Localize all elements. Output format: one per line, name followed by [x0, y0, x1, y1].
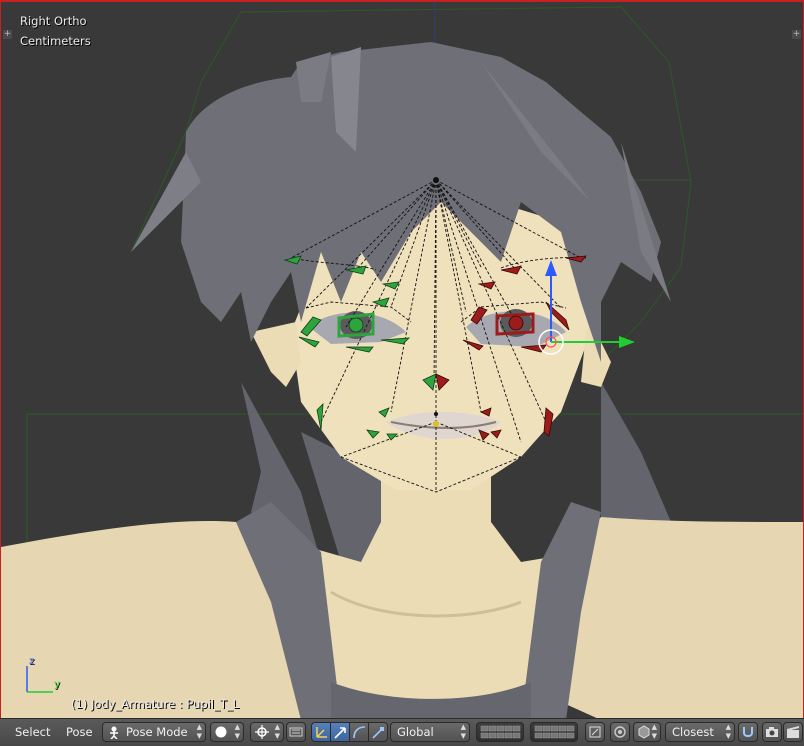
layers-grid-icon	[534, 725, 575, 739]
snap-rotation-button[interactable]	[738, 722, 758, 742]
arrow-icon	[334, 727, 346, 739]
rotate-arc-icon	[353, 726, 366, 739]
3d-viewport[interactable]: Right Ortho Centimeters + + z y (1) Jody…	[0, 0, 804, 718]
layer-link-icon	[589, 726, 601, 738]
blender-window: Right Ortho Centimeters + + z y (1) Jody…	[0, 0, 804, 746]
units-label: Centimeters	[20, 34, 91, 48]
chevron-up-down-icon: ▲ ▼	[234, 723, 240, 740]
scale-icon	[372, 727, 384, 739]
render-still-button[interactable]	[762, 722, 782, 742]
transform-orientation-selector[interactable]: Global ▲ ▼	[390, 722, 470, 742]
camera-icon	[766, 727, 778, 737]
pivot-point-icon	[255, 725, 269, 739]
layer-buttons-a[interactable]	[476, 722, 524, 742]
clapperboard-icon	[787, 726, 799, 738]
chevron-up-down-icon: ▲ ▼	[274, 723, 280, 740]
active-object-label: (1) Jody_Armature : Pupil_T_L	[71, 697, 240, 711]
snap-increment-icon	[638, 725, 650, 739]
orientation-label: Global	[397, 725, 434, 739]
properties-toggle[interactable]: +	[792, 30, 801, 39]
menu-select[interactable]: Select	[15, 722, 50, 742]
chevron-up-down-icon: ▲ ▼	[651, 723, 657, 740]
view-name-label: Right Ortho	[20, 14, 87, 28]
viewport-shading-selector[interactable]: ▲ ▼	[210, 722, 244, 742]
render-animation-button[interactable]	[783, 722, 803, 742]
snap-target-selector[interactable]: Closest ▲ ▼	[665, 722, 735, 742]
transform-manipulator-toggle[interactable]	[311, 722, 331, 742]
chevron-up-down-icon: ▲ ▼	[460, 723, 466, 740]
scene-render[interactable]	[1, 2, 804, 718]
proportional-editing-button[interactable]	[610, 722, 630, 742]
manipulate-center-points-toggle[interactable]	[286, 722, 306, 742]
rotate-manipulator-button[interactable]	[349, 722, 369, 742]
snap-element-selector[interactable]: ▲ ▼	[633, 722, 661, 742]
toolshelf-toggle[interactable]: +	[3, 30, 12, 39]
menu-pose[interactable]: Pose	[66, 722, 93, 742]
mode-label: Pose Mode	[126, 725, 188, 739]
torso	[1, 472, 803, 718]
viewport-header: Select Pose Pose Mode ▲ ▼ ▲ ▼ ▲ ▼ Global…	[0, 718, 804, 746]
chevron-up-down-icon: ▲ ▼	[725, 723, 731, 740]
pose-mode-icon	[110, 726, 118, 739]
center-points-icon	[289, 727, 303, 737]
axis-y-label: y	[54, 679, 60, 690]
pivot-point-selector[interactable]: ▲ ▼	[250, 722, 284, 742]
snap-magnet-icon	[743, 727, 753, 737]
lock-layers-button[interactable]	[585, 722, 605, 742]
proportional-edit-icon	[614, 726, 626, 738]
snap-target-label: Closest	[672, 725, 714, 739]
layers-grid-icon	[480, 725, 521, 739]
manipulator-icon	[316, 727, 327, 738]
chevron-up-down-icon: ▲ ▼	[196, 723, 202, 740]
solid-shading-icon	[215, 726, 227, 738]
translate-manipulator-button[interactable]	[330, 722, 350, 742]
mode-selector[interactable]: Pose Mode ▲ ▼	[102, 722, 206, 742]
scale-manipulator-button[interactable]	[368, 722, 388, 742]
axis-z-label: z	[29, 656, 35, 667]
layer-buttons-b[interactable]	[530, 722, 578, 742]
